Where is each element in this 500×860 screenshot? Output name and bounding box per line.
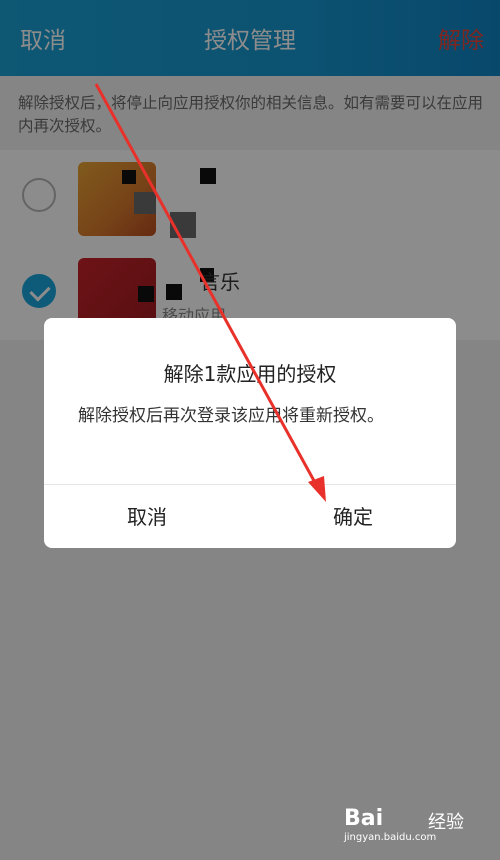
confirm-dialog: 解除1款应用的授权 解除授权后再次登录该应用将重新授权。 取消 确定 <box>44 318 456 548</box>
watermark-url: jingyan.baidu.com <box>344 832 437 843</box>
screen: 取消 授权管理 解除 解除授权后，将停止向应用授权你的相关信息。如有需要可以在应… <box>0 0 500 860</box>
dialog-confirm-button[interactable]: 确定 <box>250 502 456 532</box>
dialog-divider <box>44 484 456 485</box>
watermark-suffix: 经验 <box>428 812 464 833</box>
baidu-watermark: Bai 经验 jingyan.baidu.com <box>344 802 484 846</box>
dialog-cancel-button[interactable]: 取消 <box>44 502 250 532</box>
dialog-message: 解除授权后再次登录该应用将重新授权。 <box>78 406 384 426</box>
baidu-logo: Bai <box>344 806 384 831</box>
dialog-title: 解除1款应用的授权 <box>163 362 337 386</box>
